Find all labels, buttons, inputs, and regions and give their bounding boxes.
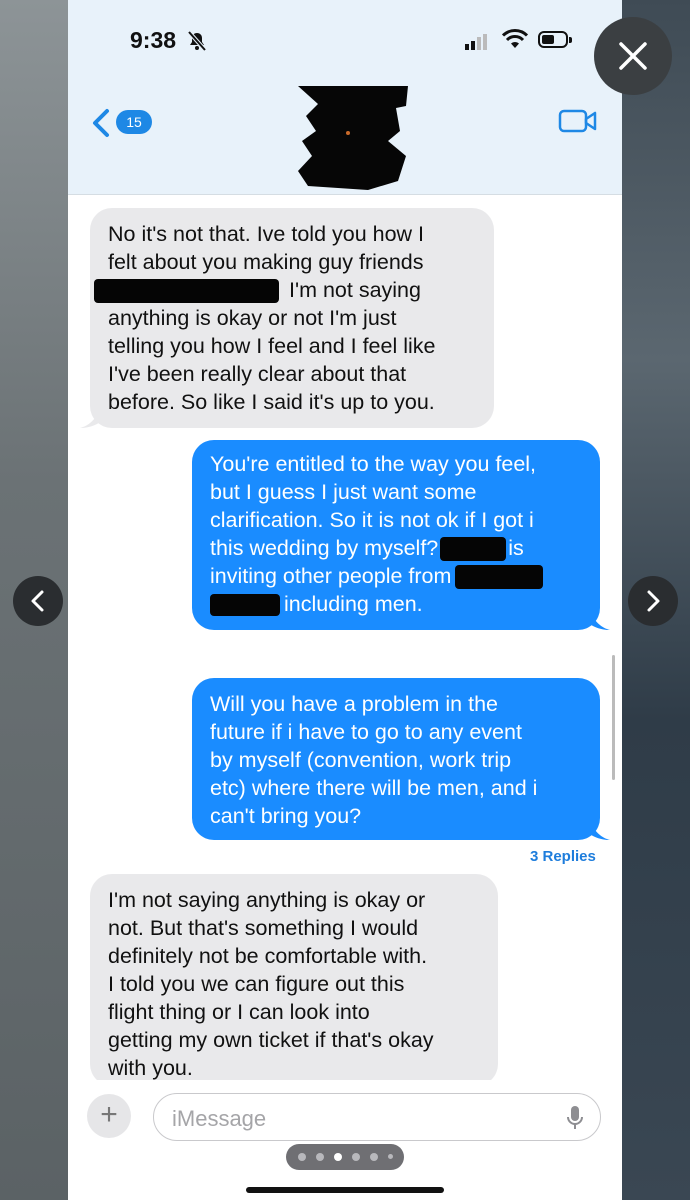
wifi-icon bbox=[502, 29, 528, 48]
microphone-icon[interactable] bbox=[566, 1105, 584, 1131]
conversation-header: 15 bbox=[68, 86, 622, 195]
message-line: including men. bbox=[210, 590, 582, 618]
bubble-tail bbox=[590, 610, 610, 630]
message-composer: + iMessage bbox=[68, 1080, 622, 1200]
message-line-text: inviting other people from bbox=[210, 564, 452, 588]
message-line: future if i have to go to any event bbox=[210, 720, 522, 744]
message-line: You're entitled to the way you feel, bbox=[210, 452, 537, 476]
message-line: I told you we can figure out this bbox=[108, 972, 405, 996]
message-line-text: I'm not saying bbox=[289, 278, 421, 302]
page-dot bbox=[388, 1154, 393, 1159]
page-dot-active bbox=[334, 1153, 342, 1161]
message-line: Will you have a problem in the bbox=[210, 692, 499, 716]
battery-icon bbox=[538, 31, 572, 48]
unread-count-badge[interactable]: 15 bbox=[116, 110, 152, 134]
redacted-text bbox=[440, 537, 507, 562]
redacted-text bbox=[455, 565, 544, 590]
chevron-right-icon bbox=[647, 590, 660, 612]
message-line: anything is okay or not I'm just bbox=[108, 306, 397, 330]
thread-replies-link[interactable]: 3 Replies bbox=[530, 848, 596, 865]
message-bubble-received[interactable]: I'm not saying anything is okay or not. … bbox=[90, 874, 498, 1086]
redacted-text bbox=[94, 279, 279, 304]
message-line: getting my own ticket if that's okay bbox=[108, 1028, 434, 1052]
scroll-indicator[interactable] bbox=[612, 655, 615, 780]
home-indicator bbox=[246, 1187, 444, 1193]
message-line-text: is bbox=[508, 536, 524, 560]
message-line-text: including men. bbox=[284, 592, 423, 616]
message-line: inviting other people from bbox=[210, 562, 582, 590]
message-line: definitely not be comfortable with. bbox=[108, 944, 428, 968]
add-attachment-button[interactable]: + bbox=[87, 1094, 131, 1138]
page-dot bbox=[298, 1153, 306, 1161]
status-time: 9:38 bbox=[130, 27, 177, 53]
message-line: clarification. So it is not ok if I got … bbox=[210, 508, 534, 532]
message-line: by myself (convention, work trip bbox=[210, 748, 512, 772]
message-line: No it's not that. Ive told you how I bbox=[108, 222, 425, 246]
message-line: etc) where there will be men, and i bbox=[210, 776, 538, 800]
chevron-left-icon bbox=[31, 590, 44, 612]
message-line: but I guess I just want some bbox=[210, 480, 477, 504]
redacted-contact-avatar bbox=[298, 86, 408, 190]
message-line: I'm not saying anything is okay or bbox=[108, 888, 426, 912]
imessage-input[interactable]: iMessage bbox=[153, 1093, 601, 1141]
page-dot bbox=[370, 1153, 378, 1161]
redacted-text bbox=[210, 594, 280, 617]
message-line: not. But that's something I would bbox=[108, 916, 419, 940]
bubble-tail bbox=[590, 820, 610, 840]
close-viewer-button[interactable] bbox=[594, 17, 672, 95]
page-indicator[interactable] bbox=[286, 1144, 404, 1170]
message-bubble-received[interactable]: No it's not that. Ive told you how I fel… bbox=[90, 208, 494, 428]
message-line: flight thing or I can look into bbox=[108, 1000, 370, 1024]
video-camera-icon[interactable] bbox=[558, 108, 598, 134]
message-line: I'm not saying bbox=[94, 276, 476, 304]
next-image-button[interactable] bbox=[628, 576, 678, 626]
message-bubble-sent[interactable]: You're entitled to the way you feel, but… bbox=[192, 440, 600, 630]
status-bar: 9:38 bbox=[68, 0, 622, 86]
message-bubble-sent[interactable]: Will you have a problem in the future if… bbox=[192, 678, 600, 840]
close-icon bbox=[619, 42, 647, 70]
message-line: telling you how I feel and I feel like bbox=[108, 334, 436, 358]
message-line: with you. bbox=[108, 1056, 193, 1080]
message-line: this wedding by myself? is bbox=[210, 534, 582, 562]
message-line: before. So like I said it's up to you. bbox=[108, 390, 435, 414]
message-line-text: this wedding by myself? bbox=[210, 536, 439, 560]
imessage-placeholder: iMessage bbox=[172, 1106, 267, 1131]
message-line: I've been really clear about that bbox=[108, 362, 407, 386]
cellular-signal-icon bbox=[465, 32, 489, 50]
message-line: can't bring you? bbox=[210, 804, 362, 828]
bubble-tail bbox=[80, 408, 100, 428]
previous-image-button[interactable] bbox=[13, 576, 63, 626]
page-dot bbox=[316, 1153, 324, 1161]
phone-screenshot: 9:38 15 No it's not that. Ive told you h… bbox=[68, 0, 622, 1200]
back-chevron-icon[interactable] bbox=[90, 108, 112, 138]
message-line: felt about you making guy friends bbox=[108, 250, 424, 274]
silent-bell-icon bbox=[187, 30, 207, 52]
page-dot bbox=[352, 1153, 360, 1161]
